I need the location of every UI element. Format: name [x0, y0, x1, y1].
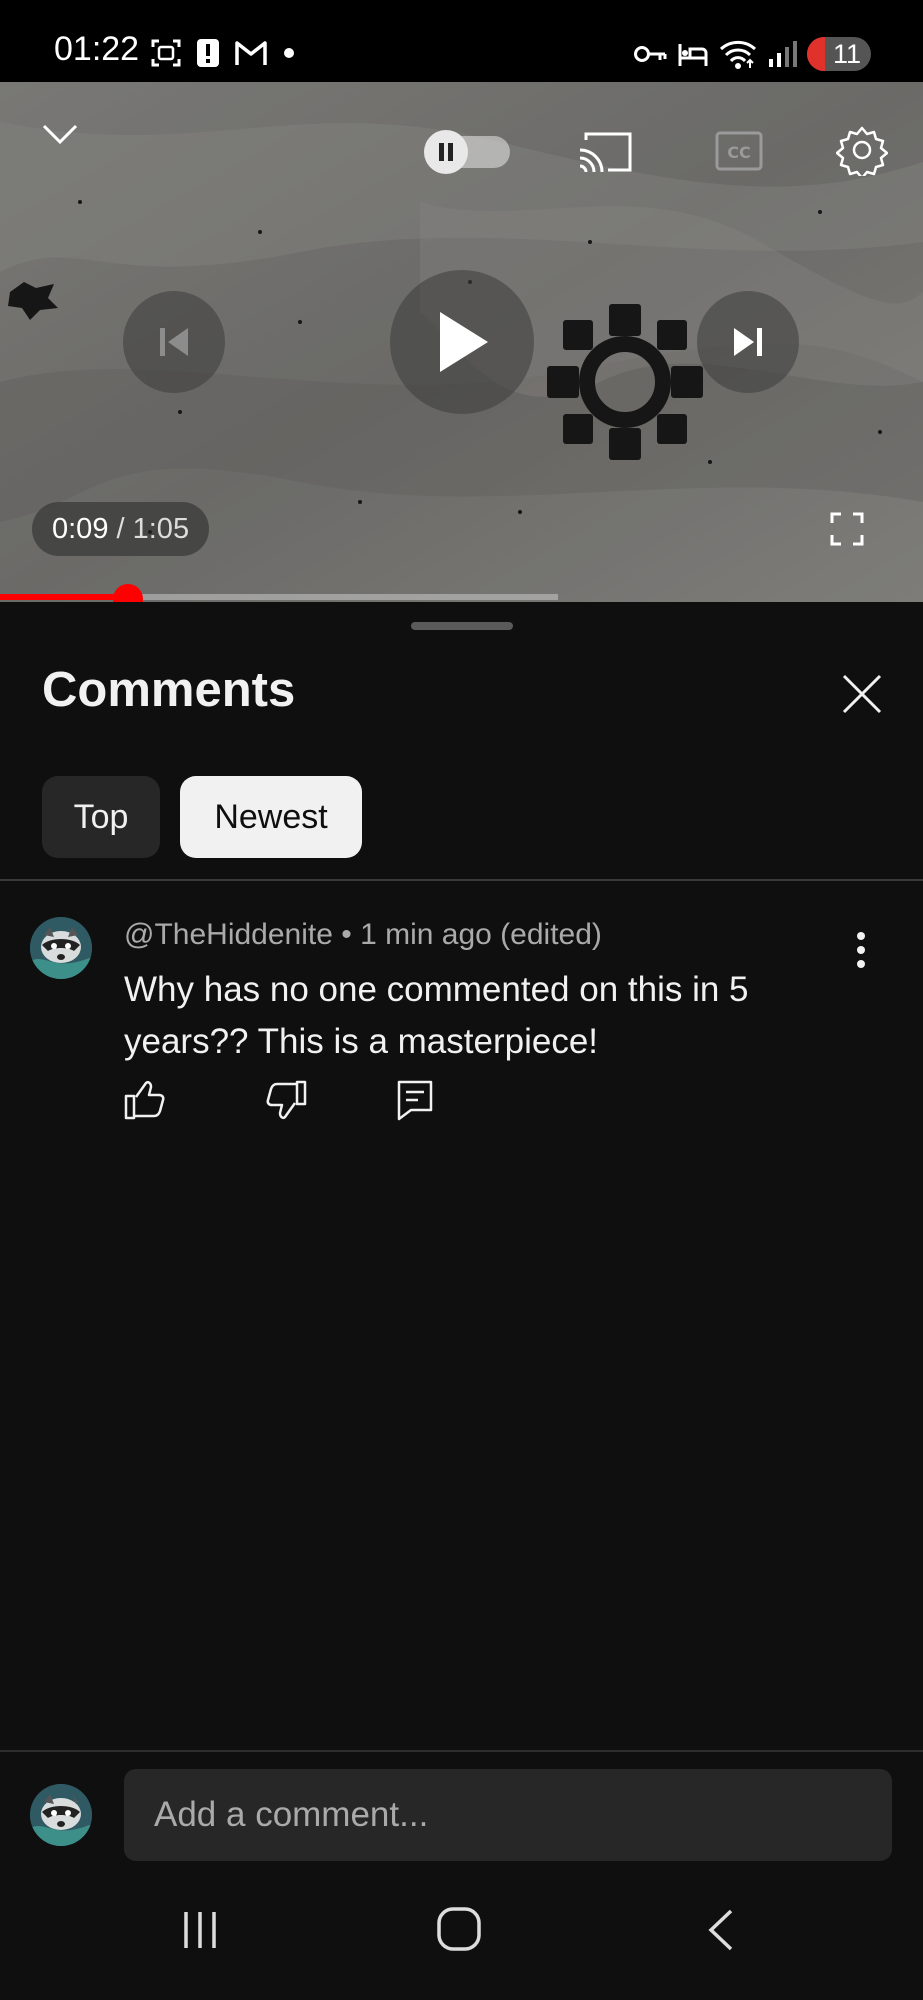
- signal-icon: [769, 41, 797, 67]
- thumbs-up-icon: [124, 1080, 165, 1120]
- time-separator: /: [108, 512, 133, 545]
- next-icon: [734, 328, 762, 356]
- back-icon: [708, 1909, 733, 1951]
- next-button[interactable]: [697, 291, 799, 393]
- comment-meta: @TheHiddenite • 1 min ago (edited): [124, 918, 602, 952]
- gmail-icon: [235, 41, 267, 65]
- previous-button[interactable]: [123, 291, 225, 393]
- play-icon: [440, 312, 488, 372]
- fullscreen-icon: [830, 512, 864, 546]
- comment-author[interactable]: @TheHiddenite: [124, 918, 333, 951]
- screenshot-icon: [151, 39, 181, 67]
- reply-icon: [397, 1080, 433, 1121]
- comments-title: Comments: [42, 663, 296, 717]
- captions-icon: CC: [715, 131, 763, 171]
- system-nav-bar: [0, 1880, 923, 2000]
- time-display: 0:09 / 1:05: [32, 502, 210, 556]
- recents-icon: [184, 1912, 216, 1948]
- user-avatar[interactable]: [30, 1784, 92, 1846]
- cast-icon: [579, 132, 632, 173]
- composer-divider: [0, 1750, 923, 1752]
- fullscreen-button[interactable]: [822, 504, 872, 554]
- key-icon: [634, 46, 667, 62]
- dot-icon: [284, 48, 294, 58]
- autoplay-toggle-icon: [424, 130, 510, 174]
- raccoon-avatar-icon: [30, 917, 92, 979]
- duration: 1:05: [132, 512, 190, 545]
- autoplay-toggle[interactable]: [420, 130, 514, 174]
- play-button[interactable]: [390, 270, 534, 414]
- close-icon: [842, 674, 882, 714]
- progress-bar[interactable]: [0, 594, 558, 600]
- chip-newest[interactable]: Newest: [180, 776, 362, 858]
- status-notification-icons: [150, 36, 296, 70]
- like-button[interactable]: [122, 1078, 166, 1122]
- current-time: 0:09: [52, 512, 109, 545]
- reply-button[interactable]: [393, 1078, 437, 1122]
- video-player[interactable]: CC 0:09 / 1:05: [0, 82, 923, 602]
- home-button[interactable]: [428, 1898, 490, 1960]
- chevron-down-icon: [42, 124, 78, 145]
- previous-icon: [160, 328, 188, 356]
- status-system-icons: 11: [633, 34, 871, 74]
- status-bar: 01:22 11: [0, 0, 923, 82]
- thumbs-down-icon: [266, 1080, 307, 1120]
- settings-button[interactable]: [834, 122, 890, 178]
- back-button[interactable]: [690, 1900, 750, 1960]
- wifi-icon: [719, 40, 757, 69]
- home-icon: [437, 1907, 481, 1951]
- bed-icon: [678, 44, 708, 66]
- progress-played: [0, 594, 128, 600]
- chip-top[interactable]: Top: [42, 776, 160, 858]
- battery-icon: 11: [807, 37, 871, 71]
- collapse-button[interactable]: [34, 108, 86, 160]
- meta-separator: •: [332, 918, 361, 951]
- comment-menu-button[interactable]: [846, 928, 876, 972]
- add-comment-input[interactable]: Add a comment...: [124, 1769, 892, 1861]
- battery-level: 11: [832, 38, 861, 69]
- comment-text: Why has no one commented on this in 5 ye…: [124, 970, 749, 1061]
- raccoon-avatar-icon: [30, 1784, 92, 1846]
- alert-icon: [197, 39, 219, 67]
- drag-handle[interactable]: [411, 622, 513, 630]
- dislike-button[interactable]: [265, 1078, 309, 1122]
- comment-time: 1 min ago (edited): [360, 918, 602, 951]
- avatar[interactable]: [30, 917, 92, 979]
- gear-icon: [836, 126, 888, 176]
- status-time: 01:22: [54, 30, 140, 68]
- cast-button[interactable]: [576, 126, 634, 178]
- comment-item: @TheHiddenite • 1 min ago (edited) Why h…: [0, 902, 923, 1162]
- recents-button[interactable]: [170, 1900, 230, 1960]
- more-vert-icon: [857, 932, 865, 968]
- divider: [0, 879, 923, 881]
- close-button[interactable]: [838, 670, 886, 718]
- svg-text:CC: CC: [727, 143, 750, 162]
- captions-button[interactable]: CC: [712, 126, 766, 176]
